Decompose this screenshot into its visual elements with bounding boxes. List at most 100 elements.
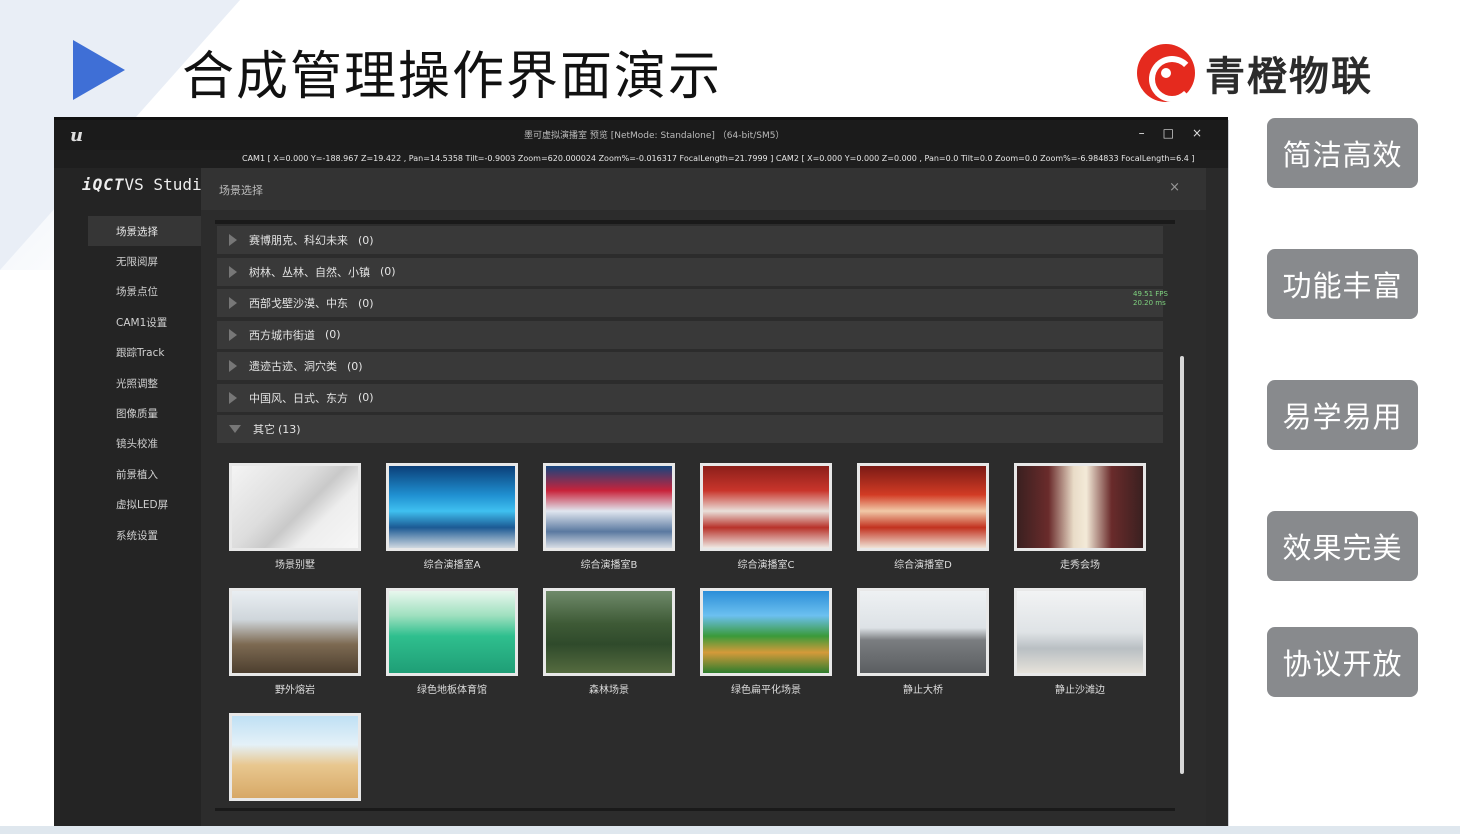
expand-arrow-icon	[229, 328, 237, 341]
panel-title: 场景选择	[219, 184, 263, 197]
expand-arrow-icon	[229, 265, 237, 278]
app-brand: iQCTVS Studio	[82, 175, 211, 194]
collapse-arrow-icon	[229, 425, 241, 433]
category-row[interactable]: 西方城市街道 (0)	[217, 320, 1163, 349]
sidebar-item-lens-calibration[interactable]: 镜头校准	[54, 429, 201, 459]
category-row[interactable]: 中国风、日式、东方 (0)	[217, 383, 1163, 412]
scene-label: 综合演播室B	[580, 560, 638, 571]
scene-thumbnail[interactable]: 综合演播室B	[543, 463, 675, 571]
category-name: 赛博朋克、科幻未来	[249, 234, 348, 247]
logo-text: 青橙物联	[1205, 54, 1373, 100]
scene-label: 绿色扁平化场景	[731, 685, 801, 696]
camera-status-bar: CAM1 [ X=0.000 Y=-188.967 Z=19.422 , Pan…	[54, 150, 1228, 197]
scene-label: 走秀会场	[1060, 560, 1100, 571]
company-logo: 青橙物联	[1137, 44, 1373, 102]
panel-header: 场景选择 ×	[201, 168, 1206, 210]
panel-close-button[interactable]: ×	[1169, 180, 1180, 195]
scene-thumbnail[interactable]: 野外熔岩	[229, 588, 361, 696]
feature-button-1: 简洁高效	[1267, 118, 1418, 188]
category-row[interactable]: 西部戈壁沙漠、中东 (0)	[217, 289, 1163, 317]
divider	[215, 808, 1175, 811]
scene-label: 综合演播室D	[894, 560, 952, 571]
scene-label: 森林场景	[589, 685, 629, 696]
category-name: 树林、丛林、自然、小镇	[249, 265, 370, 279]
window-title: 墨可虚拟演播室 预览 [NetMode: Standalone] （64-bit…	[524, 131, 785, 141]
sidebar-item-system-settings[interactable]: 系统设置	[54, 520, 201, 550]
scene-thumbnail[interactable]: 综合演播室C	[700, 463, 832, 571]
expand-arrow-icon	[229, 297, 237, 309]
scene-thumbnail[interactable]: 综合演播室A	[386, 463, 518, 571]
category-list: 赛博朋克、科幻未来 (0) 树林、丛林、自然、小镇 (0) 西部戈壁沙漠、中东 (0)…	[217, 226, 1163, 447]
sidebar-item-foreground[interactable]: 前景植入	[54, 459, 201, 489]
scene-preview-image	[857, 588, 989, 676]
category-name: 西方城市街道	[249, 328, 315, 342]
sidebar-item-virtual-led[interactable]: 虚拟LED屏	[54, 490, 201, 520]
brand-prefix: iQCT	[82, 175, 125, 194]
feature-button-4: 效果完美	[1267, 511, 1418, 581]
category-row[interactable]: 树林、丛林、自然、小镇 (0)	[217, 257, 1163, 286]
scene-thumbnail[interactable]: 场景别墅	[229, 463, 361, 571]
sidebar-item-cam1[interactable]: CAM1设置	[54, 307, 201, 337]
window-controls: – □ ×	[1139, 126, 1202, 140]
scene-thumbnail[interactable]: 绿色地板体育馆	[386, 588, 518, 696]
scene-preview-image	[386, 463, 518, 551]
scene-thumbnail[interactable]: 综合演播室D	[857, 463, 989, 571]
scene-preview-image	[1014, 588, 1146, 676]
unreal-logo-icon: u	[70, 125, 84, 146]
sidebar-item-image-quality[interactable]: 图像质量	[54, 398, 201, 428]
maximize-button[interactable]: □	[1163, 126, 1174, 140]
divider	[215, 220, 1175, 224]
scene-preview-image	[700, 588, 832, 676]
scene-preview-image	[386, 588, 518, 676]
sidebar-item-scene-points[interactable]: 场景点位	[54, 277, 201, 307]
scene-preview-image	[229, 713, 361, 801]
category-count: (0)	[325, 328, 341, 341]
scene-label: 野外熔岩	[275, 685, 315, 696]
scene-thumbnail[interactable]: 静止大桥	[857, 588, 989, 696]
feature-button-3: 易学易用	[1267, 380, 1418, 450]
scene-label: 综合演播室A	[423, 560, 481, 571]
brand-suffix: VS Studio	[124, 175, 212, 194]
scene-thumbnail[interactable]: 森林场景	[543, 588, 675, 696]
scene-preview-image	[229, 588, 361, 676]
scrollbar[interactable]	[1180, 356, 1184, 774]
scene-preview-image	[700, 463, 832, 551]
scene-thumbnail[interactable]	[229, 713, 361, 806]
close-button[interactable]: ×	[1192, 126, 1202, 140]
expand-arrow-icon	[229, 234, 237, 246]
category-count: (0)	[347, 359, 363, 373]
expand-arrow-icon	[229, 391, 237, 404]
category-count: (0)	[358, 391, 374, 404]
scene-thumbnail[interactable]: 走秀会场	[1014, 463, 1146, 571]
footer-strip	[0, 826, 1460, 834]
expand-arrow-icon	[229, 360, 237, 372]
scene-label: 绿色地板体育馆	[417, 685, 487, 696]
scene-preview-image	[229, 463, 361, 551]
scene-thumbnail[interactable]: 绿色扁平化场景	[700, 588, 832, 696]
scene-label: 静止沙滩边	[1055, 685, 1105, 696]
category-row[interactable]: 遗迹古迹、洞穴类 (0)	[217, 352, 1163, 380]
scene-preview-image	[543, 588, 675, 676]
sidebar: iQCTVS Studio 场景选择 无限阅屏 场景点位 CAM1设置 跟踪Tr…	[54, 168, 211, 827]
scene-label: 综合演播室C	[737, 560, 795, 571]
fps-value: 49.51 FPS	[1133, 290, 1168, 298]
sidebar-item-screen[interactable]: 无限阅屏	[54, 246, 201, 276]
scene-label: 静止大桥	[903, 685, 943, 696]
sidebar-item-track[interactable]: 跟踪Track	[54, 338, 201, 368]
play-arrow-icon	[73, 40, 125, 100]
minimize-button[interactable]: –	[1139, 126, 1145, 140]
slide-title: 合成管理操作界面演示	[182, 47, 723, 107]
sidebar-item-scene-select[interactable]: 场景选择	[88, 216, 201, 247]
category-row[interactable]: 赛博朋克、科幻未来 (0)	[217, 226, 1163, 254]
category-count: (0)	[358, 233, 374, 247]
category-name: 西部戈壁沙漠、中东	[249, 297, 348, 310]
sidebar-item-lighting[interactable]: 光照调整	[54, 368, 201, 398]
frame-time: 20.20 ms	[1133, 299, 1166, 307]
scene-thumbnail[interactable]: 静止沙滩边	[1014, 588, 1146, 696]
feature-button-5: 协议开放	[1267, 627, 1418, 697]
category-name: 遗迹古迹、洞穴类	[249, 360, 337, 373]
logo-mark-icon	[1137, 44, 1195, 102]
app-screenshot: u 墨可虚拟演播室 预览 [NetMode: Standalone] （64-b…	[54, 117, 1228, 827]
category-row-expanded[interactable]: 其它 (13)	[217, 415, 1163, 443]
scene-preview-image	[1014, 463, 1146, 551]
